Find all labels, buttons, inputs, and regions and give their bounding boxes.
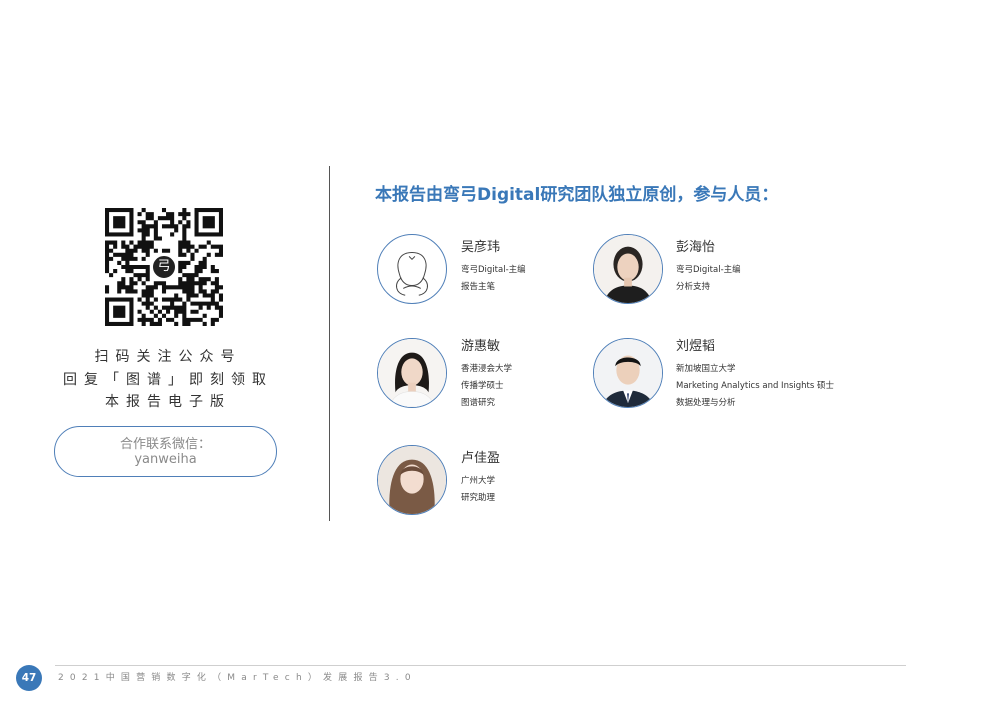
scan-line: 本报告电子版 — [105, 394, 231, 410]
member-info: 彭海怡 弯弓Digital-主编 分析支持 — [676, 240, 741, 296]
member-detail: 传播学硕士 — [461, 381, 504, 391]
scan-line: 扫码关注公众号 — [94, 349, 242, 365]
member-name: 彭海怡 — [676, 240, 716, 255]
qr-code: 弓 — [104, 207, 224, 327]
member-detail: 新加坡国立大学 — [676, 364, 736, 374]
member-detail: 分析支持 — [676, 282, 711, 292]
scan-line: 回复「图谱」即刻领取 — [63, 371, 273, 388]
member-detail: Marketing Analytics and Insights 硕士 — [676, 381, 834, 391]
contact-label: 合作联系微信： — [119, 437, 211, 452]
qr-finder-pattern — [194, 207, 224, 237]
contact-value: yanweiha — [134, 452, 197, 467]
page-heading: 本报告由弯弓Digital研究团队独立原创，参与人员： — [375, 185, 779, 205]
qr-logo-glyph: 弓 — [157, 259, 171, 274]
member-info: 刘煜韬 新加坡国立大学 Marketing Analytics and Insi… — [676, 339, 834, 412]
member-info: 吴彦玮 弯弓Digital-主编 报告主笔 — [461, 240, 526, 296]
footer-report-title: 2021中国营销数字化（MarTech）发展报告3.0 — [58, 673, 417, 683]
person-photo-icon — [594, 339, 662, 407]
member-name: 游惠敏 — [461, 339, 501, 354]
person-photo-icon — [378, 446, 446, 514]
qr-finder-pattern — [104, 207, 134, 237]
member-detail: 图谱研究 — [461, 398, 496, 408]
footer-divider — [55, 665, 906, 666]
member-name: 刘煜韬 — [676, 339, 716, 354]
wechat-contact-box: 合作联系微信： yanweiha — [54, 426, 277, 477]
member-detail: 弯弓Digital-主编 — [676, 265, 741, 275]
member-detail: 香港浸会大学 — [461, 364, 513, 374]
sketch-avatar-icon — [396, 251, 428, 296]
avatar-photo — [377, 445, 447, 515]
qr-finder-pattern — [104, 297, 134, 327]
member-info: 游惠敏 香港浸会大学 传播学硕士 图谱研究 — [461, 339, 512, 412]
member-detail: 研究助理 — [461, 493, 496, 503]
person-photo-icon — [378, 339, 446, 407]
member-detail: 数据处理与分析 — [676, 398, 736, 408]
member-name: 吴彦玮 — [461, 240, 501, 255]
member-info: 卢佳盈 广州大学 研究助理 — [461, 451, 500, 507]
avatar-sketch — [377, 234, 447, 304]
vertical-divider — [329, 166, 330, 521]
scan-instructions: 扫码关注公众号 回复「图谱」即刻领取 本报告电子版 — [60, 346, 276, 414]
member-detail: 广州大学 — [461, 476, 496, 486]
avatar-photo — [377, 338, 447, 408]
member-detail: 弯弓Digital-主编 — [461, 265, 526, 275]
member-detail: 报告主笔 — [461, 282, 496, 292]
person-photo-icon — [594, 235, 662, 303]
avatar-photo — [593, 234, 663, 304]
qr-logo: 弓 — [151, 254, 177, 280]
avatar-photo — [593, 338, 663, 408]
page-number-badge: 47 — [16, 665, 42, 691]
member-name: 卢佳盈 — [461, 451, 501, 466]
